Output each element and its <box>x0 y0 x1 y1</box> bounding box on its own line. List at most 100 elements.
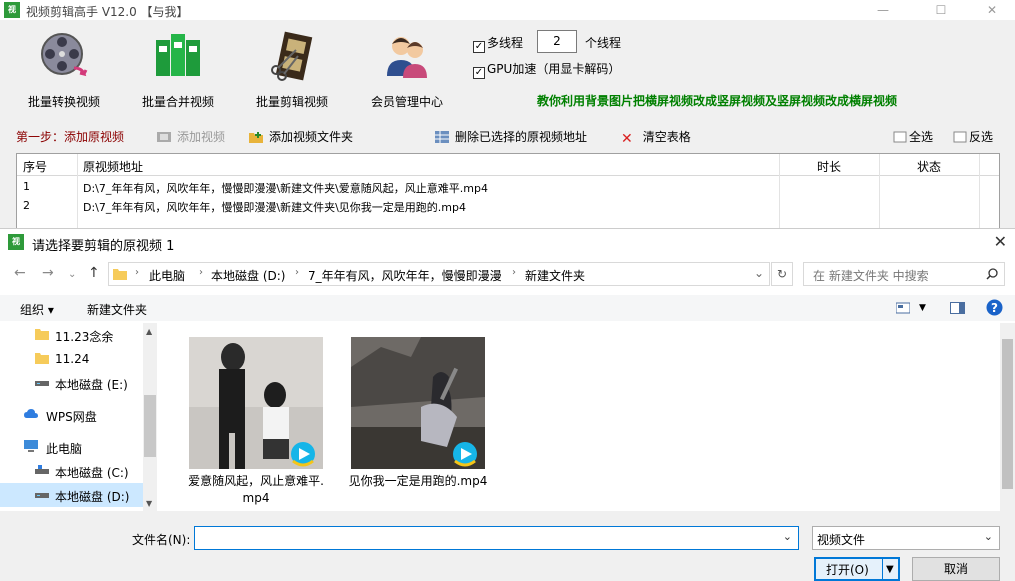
scroll-down-icon[interactable]: ▼ <box>146 499 152 508</box>
filetype-value: 视频文件 <box>817 533 866 547</box>
help-icon[interactable]: ? <box>986 299 1003 316</box>
app-logo-icon: 视 <box>4 2 20 18</box>
video-player-badge-icon <box>453 442 477 467</box>
chevron-right-icon: › <box>295 267 299 278</box>
chevron-down-icon[interactable]: ⌄ <box>783 530 792 543</box>
nav-item-drive-e[interactable]: 本地磁盘 (E:) <box>0 371 143 395</box>
dialog-title: 请选择要剪辑的原视频 1 <box>32 239 175 254</box>
row-index: 1 <box>23 180 30 193</box>
nav-item-wps[interactable]: WPS网盘 <box>0 403 143 427</box>
breadcrumb-item[interactable]: 本地磁盘 (D:) <box>211 267 285 284</box>
nav-label: 本地磁盘 (C:) <box>55 466 129 480</box>
new-folder-button[interactable]: 新建文件夹 <box>87 301 147 318</box>
select-all-button[interactable]: 全选 <box>893 128 933 145</box>
svg-text:?: ? <box>991 301 998 315</box>
clear-table-button[interactable]: ✕ 清空表格 <box>621 128 691 147</box>
clear-table-label: 清空表格 <box>642 130 691 144</box>
drive-icon <box>35 493 49 498</box>
batch-edit-button[interactable]: 批量剪辑视频 <box>242 30 342 110</box>
column-header[interactable]: 序号 <box>23 158 47 175</box>
cancel-button[interactable]: 取消 <box>912 557 1000 581</box>
tutorial-link[interactable]: 教你利用背景图片把横屏视频改成竖屏视频及竖屏视频改成横屏视频 <box>537 92 897 109</box>
forward-arrow-icon[interactable]: → <box>42 265 54 281</box>
video-thumbnail <box>189 337 323 469</box>
select-all-icon <box>893 131 907 143</box>
open-button[interactable]: 打开(O) ▼ <box>814 557 900 581</box>
scroll-thumb[interactable] <box>144 395 156 457</box>
add-video-button[interactable]: 添加视频 <box>157 128 225 145</box>
video-table: 序号 原视频地址 时长 状态 1 D:\7_年年有风，风吹年年，慢慢即漫漫\新建… <box>16 153 1000 229</box>
add-folder-label: 添加视频文件夹 <box>269 130 354 144</box>
video-editor-window: 视 视频剪辑高手 V12.0 【与我】 — ☐ ✕ 批量转换视频 批量合并视频 <box>0 0 1015 581</box>
file-name-line: mp4 <box>242 491 270 505</box>
preview-pane-icon[interactable] <box>950 302 965 314</box>
toolbar-label: 会员管理中心 <box>370 95 443 109</box>
batch-merge-button[interactable]: 批量合并视频 <box>128 30 228 110</box>
table-row[interactable]: 2 D:\7_年年有风，风吹年年，慢慢即漫漫\新建文件夹\见你我一定是用跑的.m… <box>17 196 999 215</box>
breadcrumb-item[interactable]: 7_年年有风，风吹年年，慢慢即漫漫 <box>308 267 502 284</box>
file-list-scrollbar[interactable] <box>1000 323 1015 511</box>
delete-selected-button[interactable]: 删除已选择的原视频地址 <box>435 128 587 145</box>
scroll-thumb[interactable] <box>1002 339 1013 489</box>
column-header[interactable]: 时长 <box>817 158 841 175</box>
add-folder-button[interactable]: 添加视频文件夹 <box>249 128 353 145</box>
close-button[interactable]: ✕ <box>970 0 1014 20</box>
up-arrow-icon[interactable]: ↑ <box>88 265 100 281</box>
dialog-footer: 文件名(N): ⌄ 视频文件 ⌄ 打开(O) ▼ 取消 <box>0 511 1015 581</box>
folder-icon <box>35 353 49 364</box>
open-dropdown-icon[interactable]: ▼ <box>886 559 894 581</box>
breadcrumb-item[interactable]: 新建文件夹 <box>525 267 585 284</box>
scroll-up-icon[interactable]: ▲ <box>146 327 152 336</box>
search-input[interactable]: 在 新建文件夹 中搜索 <box>803 262 1005 286</box>
users-icon <box>387 37 427 78</box>
title-bar: 视 视频剪辑高手 V12.0 【与我】 — ☐ ✕ <box>0 0 1015 20</box>
nav-scrollbar[interactable]: ▲ ▼ <box>143 323 157 511</box>
view-dropdown-icon[interactable]: ▼ <box>919 303 926 313</box>
red-x-icon: ✕ <box>621 131 633 147</box>
nav-label: WPS网盘 <box>46 410 97 424</box>
nav-label: 本地磁盘 (E:) <box>55 378 128 392</box>
chevron-down-icon[interactable]: ⌄ <box>754 266 764 280</box>
refresh-icon[interactable]: ↻ <box>771 262 793 286</box>
nav-label: 11.24 <box>55 352 90 366</box>
toolbar-label: 批量剪辑视频 <box>255 95 328 109</box>
filename-input[interactable]: ⌄ <box>194 526 799 550</box>
column-header[interactable]: 原视频地址 <box>83 158 143 175</box>
nav-item-1124[interactable]: 11.24 <box>0 347 143 371</box>
organize-menu[interactable]: 组织 ▾ <box>20 301 54 318</box>
file-item[interactable]: 爱意随风起，风止意难平. mp4 <box>186 337 326 507</box>
minimize-button[interactable]: — <box>861 0 905 20</box>
window-title: 视频剪辑高手 V12.0 【与我】 <box>26 5 189 19</box>
file-item[interactable]: 见你我一定是用跑的.mp4 <box>348 337 488 490</box>
multithread-label: 多线程 <box>487 36 524 50</box>
file-name: 见你我一定是用跑的.mp4 <box>348 473 488 490</box>
gpu-checkbox[interactable]: ✓ GPU加速（用显卡解码） <box>473 60 620 79</box>
video-player-badge-icon <box>291 442 315 467</box>
back-arrow-icon[interactable]: ← <box>14 265 26 281</box>
film-icon <box>157 132 171 142</box>
nav-item-this-pc[interactable]: 此电脑 <box>0 435 143 459</box>
breadcrumb-item[interactable]: 此电脑 <box>149 267 185 284</box>
thread-count-input[interactable]: 2 <box>537 30 577 53</box>
search-icon <box>986 268 998 280</box>
nav-item-drive-d[interactable]: 本地磁盘 (D:) <box>0 483 143 507</box>
batch-convert-button[interactable]: 批量转换视频 <box>14 30 114 110</box>
chevron-right-icon: › <box>199 267 203 278</box>
member-center-button[interactable]: 会员管理中心 <box>357 30 457 110</box>
invert-selection-button[interactable]: 反选 <box>953 128 993 145</box>
computer-icon <box>24 440 38 452</box>
nav-item-1123[interactable]: 11.23念余 <box>0 323 143 347</box>
merge-blocks-icon <box>156 34 200 76</box>
filetype-select[interactable]: 视频文件 ⌄ <box>812 526 1000 550</box>
column-header[interactable]: 状态 <box>917 158 941 175</box>
address-bar[interactable]: › 此电脑 › 本地磁盘 (D:) › 7_年年有风，风吹年年，慢慢即漫漫 › … <box>108 262 770 286</box>
table-row[interactable]: 1 D:\7_年年有风，风吹年年，慢慢即漫漫\新建文件夹\爱意随风起，风止意难平… <box>17 177 999 196</box>
maximize-button[interactable]: ☐ <box>919 0 963 20</box>
multithread-checkbox[interactable]: ✓ 多线程 <box>473 34 523 53</box>
film-strip-scissors-icon <box>271 31 313 81</box>
recent-dropdown-icon[interactable]: ⌄ <box>68 269 76 280</box>
view-mode-icon[interactable] <box>896 302 910 314</box>
nav-item-drive-c[interactable]: 本地磁盘 (C:) <box>0 459 143 483</box>
dialog-close-icon[interactable]: ✕ <box>994 232 1007 251</box>
folder-icon <box>113 269 127 280</box>
